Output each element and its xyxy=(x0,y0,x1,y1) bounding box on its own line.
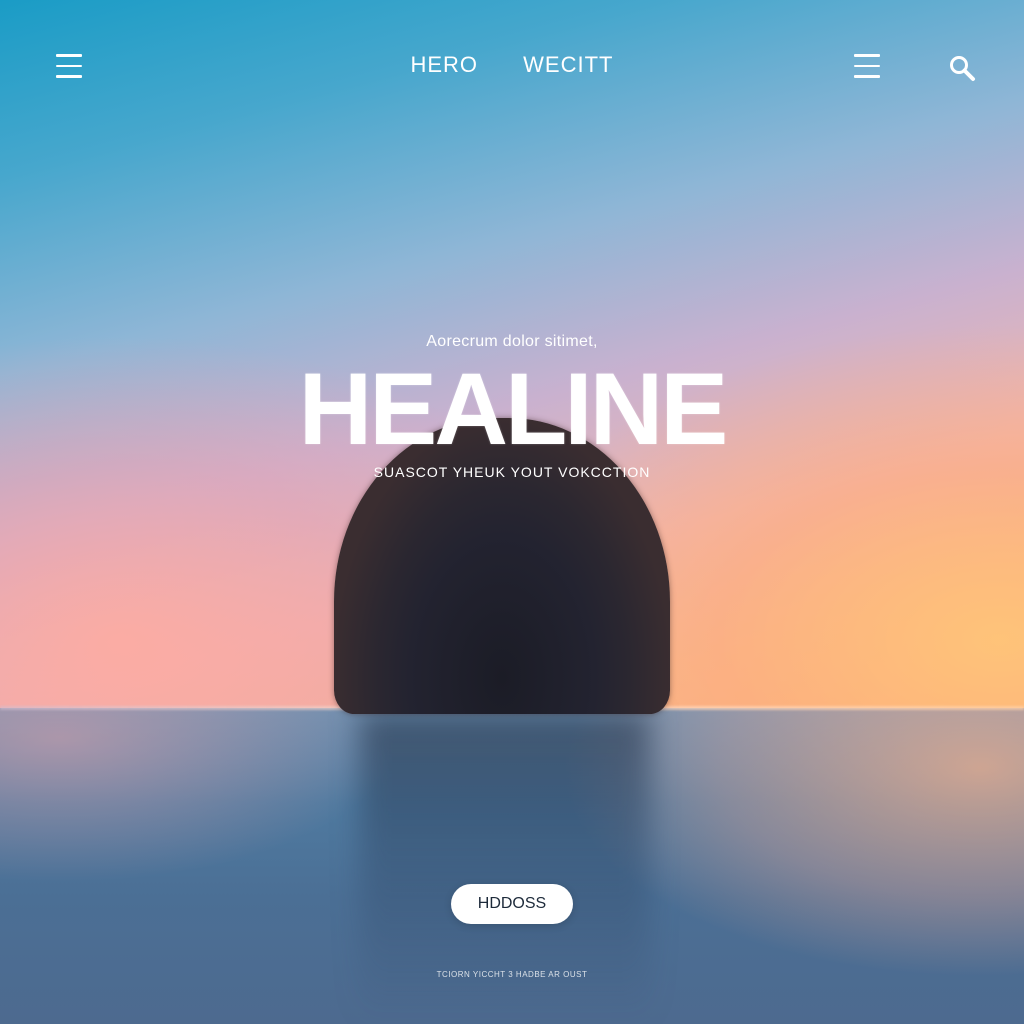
hero-page: HERO WECITT Aorecrum dolor sitimet, HEAL… xyxy=(0,0,1024,1024)
brand-right: WECITT xyxy=(523,52,614,77)
menu-icon[interactable] xyxy=(851,50,883,82)
hero-eyebrow: Aorecrum dolor sitimet, xyxy=(426,333,598,350)
brand-left: HERO xyxy=(410,52,479,77)
hero-headline: HEALINE xyxy=(298,352,729,466)
hero-subline: SUASCOT YHEUK YOUT VOKCCTION xyxy=(373,464,651,480)
search-icon[interactable] xyxy=(946,52,978,84)
cta-button[interactable]: HDDOSS xyxy=(451,884,573,924)
footer-text: TCIORN YICCHT 3 HADBE AR OUST xyxy=(436,970,588,979)
